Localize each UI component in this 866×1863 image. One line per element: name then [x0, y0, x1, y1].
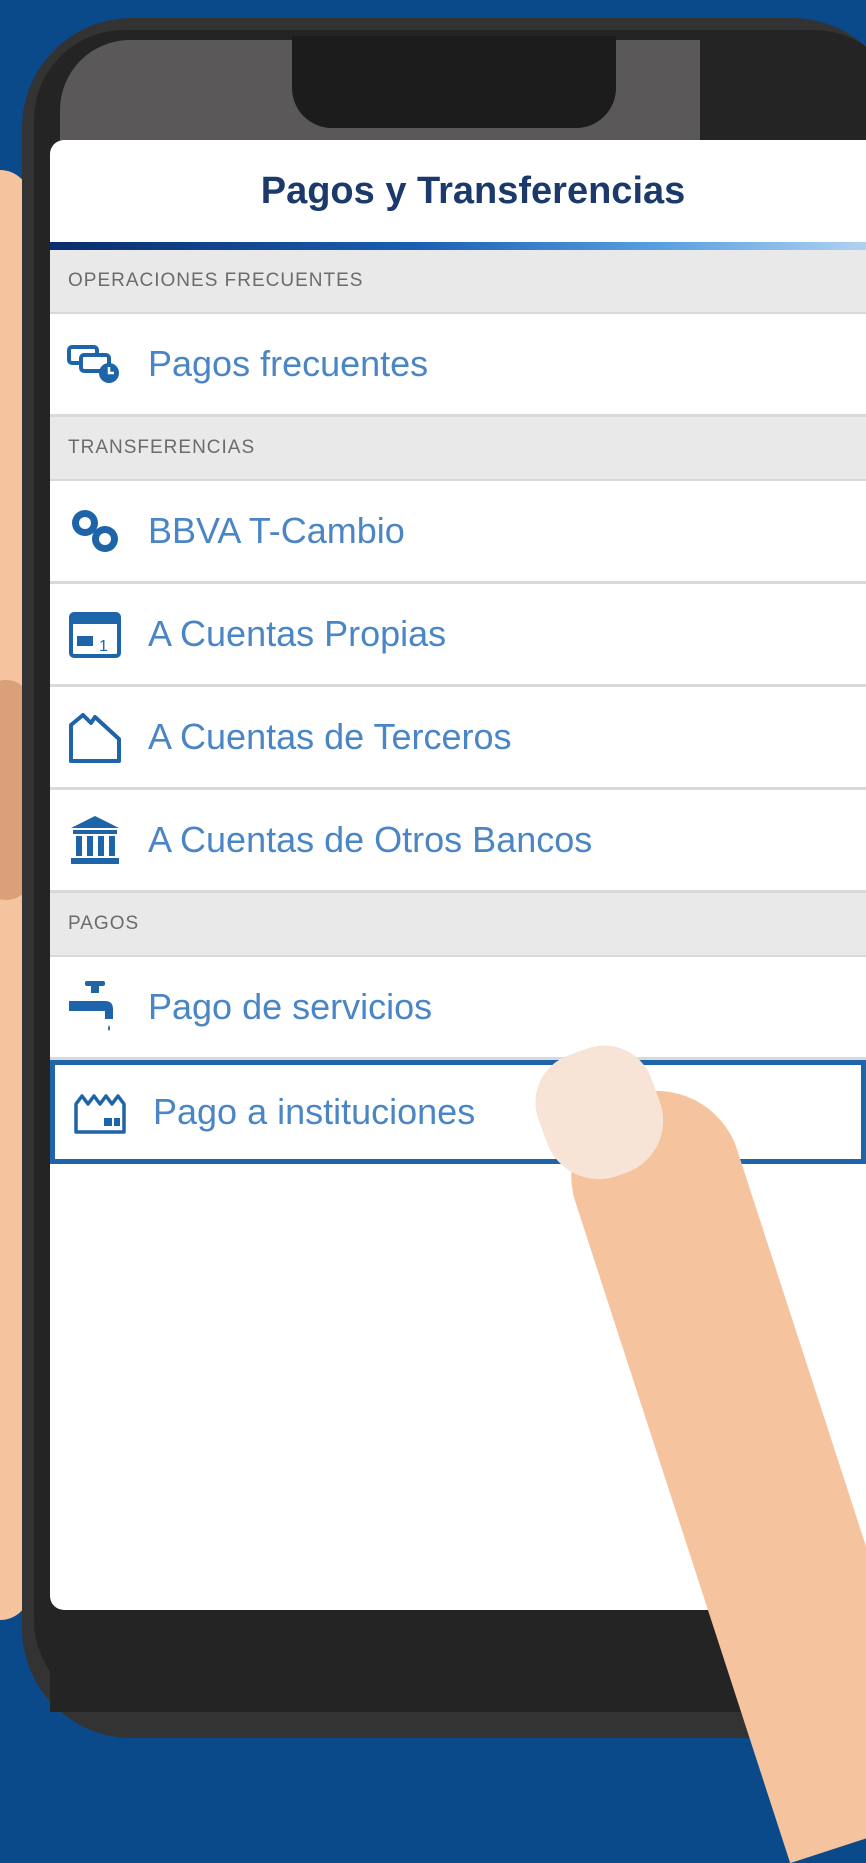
- list-item-label: A Cuentas Propias: [148, 613, 447, 654]
- page-title: Pagos y Transferencias: [260, 169, 686, 212]
- list-item-bbva-t-cambio[interactable]: BBVA T-Cambio: [50, 481, 866, 584]
- list-item-pagos-frecuentes[interactable]: Pagos frecuentes: [50, 314, 866, 417]
- list-item-pago-servicios[interactable]: Pago de servicios: [50, 957, 866, 1060]
- calendar-account-icon: 1: [62, 601, 128, 667]
- section-header-payments: PAGOS: [50, 893, 866, 957]
- currency-exchange-icon: [62, 498, 128, 564]
- list-item-label: Pago a instituciones: [153, 1091, 476, 1132]
- svg-text:1: 1: [99, 638, 108, 655]
- list-item-pago-instituciones[interactable]: Pago a instituciones: [50, 1060, 866, 1164]
- house-icon: [62, 704, 128, 770]
- list-item-cuentas-terceros[interactable]: A Cuentas de Terceros: [50, 687, 866, 790]
- list-item-label: BBVA T-Cambio: [148, 510, 405, 551]
- factory-icon: [67, 1079, 133, 1145]
- cards-clock-icon: [62, 331, 128, 397]
- bank-icon: [62, 807, 128, 873]
- list-item-label: Pago de servicios: [148, 986, 433, 1027]
- list-item-label: Pagos frecuentes: [148, 343, 429, 384]
- faucet-icon: [62, 974, 128, 1040]
- list-item-label: A Cuentas de Terceros: [148, 716, 512, 757]
- list-item-cuentas-propias[interactable]: 1 A Cuentas Propias: [50, 584, 866, 687]
- list-item-otros-bancos[interactable]: A Cuentas de Otros Bancos: [50, 790, 866, 893]
- title-gradient-bar: [50, 242, 866, 250]
- list-item-label: A Cuentas de Otros Bancos: [148, 819, 593, 860]
- section-header-transfers: TRANSFERENCIAS: [50, 417, 866, 481]
- phone-notch: [292, 36, 616, 128]
- section-header-frequent: OPERACIONES FRECUENTES: [50, 250, 866, 314]
